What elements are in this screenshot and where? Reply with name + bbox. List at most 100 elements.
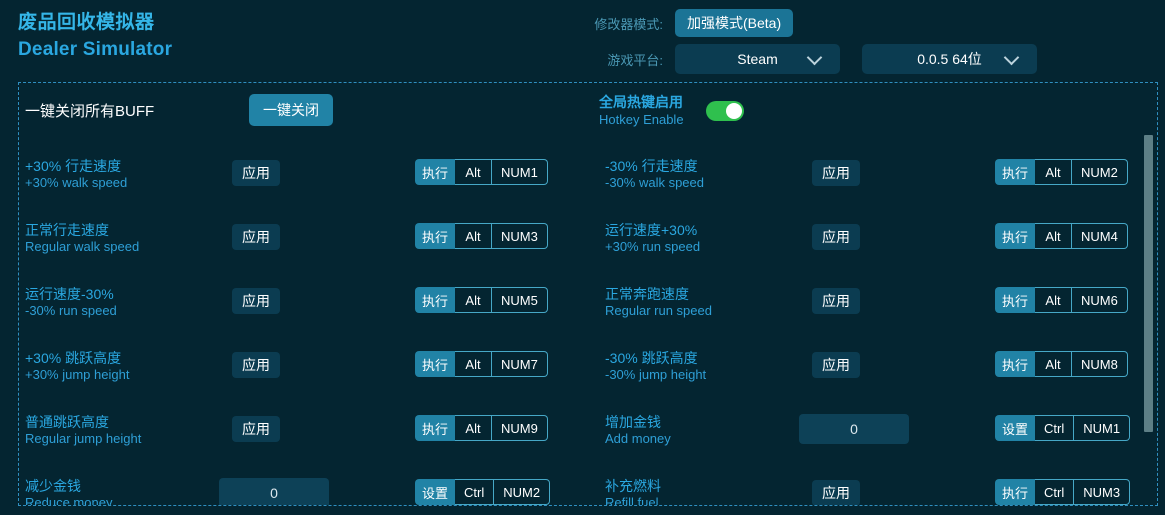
hotkey-main-key[interactable]: NUM7 <box>491 352 547 376</box>
panel-scrollbar[interactable] <box>1144 83 1153 505</box>
cheat-label-cn: 正常行走速度 <box>25 222 109 238</box>
cheat-label: 增加金钱 Add money <box>605 413 671 448</box>
hotkey-modifier-key[interactable]: Ctrl <box>1035 480 1073 504</box>
app-title-block: 废品回收模拟器 Dealer Simulator <box>18 10 172 64</box>
hotkey-main-key[interactable]: NUM4 <box>1071 224 1127 248</box>
hotkey-chip[interactable]: 设置 Ctrl NUM1 <box>995 415 1131 441</box>
hotkey-chip[interactable]: 执行 Alt NUM1 <box>415 159 548 185</box>
hotkey-modifier-key[interactable]: Ctrl <box>455 480 493 504</box>
hotkey-modifier-key[interactable]: Alt <box>455 288 491 312</box>
cheat-label-cn: 正常奔跑速度 <box>605 286 689 302</box>
hotkey-action-label: 设置 <box>415 479 456 505</box>
hotkey-modifier-key[interactable]: Alt <box>1035 224 1071 248</box>
cheat-label-en: -30% walk speed <box>605 175 704 191</box>
hotkey-keys: Ctrl NUM1 <box>1035 415 1131 441</box>
apply-button[interactable]: 应用 <box>812 480 860 505</box>
panel-toolbar: 一键关闭所有BUFF 一键关闭 全局热键启用 Hotkey Enable <box>19 83 1157 147</box>
cheat-value-input[interactable] <box>219 478 329 505</box>
hotkey-main-key[interactable]: NUM5 <box>491 288 547 312</box>
hotkey-modifier-key[interactable]: Alt <box>1035 288 1071 312</box>
apply-button[interactable]: 应用 <box>232 288 280 314</box>
version-dropdown[interactable]: 0.0.5 64位 <box>862 44 1037 74</box>
hotkey-main-key[interactable]: NUM2 <box>1071 160 1127 184</box>
cheat-row: +30% 跳跃高度 +30% jump height 应用 执行 Alt NUM7 -30%… <box>19 339 1157 403</box>
hotkey-main-key[interactable]: NUM9 <box>491 416 547 440</box>
chevron-down-icon <box>806 49 823 66</box>
apply-button[interactable]: 应用 <box>232 416 280 442</box>
hotkey-chip[interactable]: 执行 Alt NUM4 <box>995 223 1128 249</box>
apply-button[interactable]: 应用 <box>812 224 860 250</box>
hotkey-chip[interactable]: 执行 Alt NUM7 <box>415 351 548 377</box>
hotkey-keys: Alt NUM1 <box>455 159 548 185</box>
hotkey-keys: Alt NUM3 <box>455 223 548 249</box>
hotkey-modifier-key[interactable]: Ctrl <box>1035 416 1073 440</box>
cheat-cell: 正常行走速度 Regular walk speed 应用 执行 Alt NUM3 <box>19 211 589 275</box>
scrollbar-thumb[interactable] <box>1144 135 1153 432</box>
hotkey-modifier-key[interactable]: Alt <box>455 416 491 440</box>
cheat-row: 正常行走速度 Regular walk speed 应用 执行 Alt NUM3 运行速度+… <box>19 211 1157 275</box>
hotkey-action-label: 执行 <box>995 287 1036 313</box>
hotkey-modifier-key[interactable]: Alt <box>455 352 491 376</box>
global-hotkey-text: 全局热键启用 Hotkey Enable <box>599 94 684 128</box>
hotkey-chip[interactable]: 设置 Ctrl NUM2 <box>415 479 551 505</box>
cheat-cell: 普通跳跃高度 Regular jump height 应用 执行 Alt NUM9 <box>19 403 589 467</box>
hotkey-action-label: 执行 <box>415 159 456 185</box>
global-hotkey-group: 全局热键启用 Hotkey Enable <box>599 94 744 128</box>
hotkey-main-key[interactable]: NUM1 <box>491 160 547 184</box>
platform-dropdown-value: Steam <box>737 51 778 67</box>
hotkey-main-key[interactable]: NUM6 <box>1071 288 1127 312</box>
platform-dropdown[interactable]: Steam <box>675 44 840 74</box>
game-platform-row: 游戏平台: Steam 0.0.5 64位 <box>585 44 1037 74</box>
hotkey-chip[interactable]: 执行 Alt NUM5 <box>415 287 548 313</box>
trainer-mode-button[interactable]: 加强模式(Beta) <box>675 9 794 37</box>
hotkey-main-key[interactable]: NUM3 <box>491 224 547 248</box>
version-dropdown-value: 0.0.5 64位 <box>917 51 982 67</box>
hotkey-main-key[interactable]: NUM1 <box>1073 416 1129 440</box>
cheat-cell: 运行速度+30% +30% run speed 应用 执行 Alt NUM4 <box>599 211 1157 275</box>
global-hotkey-toggle[interactable] <box>705 100 744 121</box>
hotkey-main-key[interactable]: NUM3 <box>1073 480 1129 504</box>
hotkey-modifier-key[interactable]: Alt <box>455 160 491 184</box>
app-title-en: Dealer Simulator <box>18 39 173 60</box>
hotkey-chip[interactable]: 执行 Alt NUM9 <box>415 415 548 441</box>
hotkey-modifier-key[interactable]: Alt <box>1035 352 1071 376</box>
apply-button[interactable]: 应用 <box>232 224 280 250</box>
cheat-label-cn: +30% 行走速度 <box>25 158 122 174</box>
cheat-cell: 运行速度-30% -30% run speed 应用 执行 Alt NUM5 <box>19 275 589 339</box>
hotkey-chip[interactable]: 执行 Alt NUM6 <box>995 287 1128 313</box>
cheat-label-en: Regular jump height <box>25 431 142 447</box>
hotkey-chip[interactable]: 执行 Alt NUM2 <box>995 159 1128 185</box>
cheat-label-cn: 运行速度-30% <box>25 286 114 302</box>
apply-button[interactable]: 应用 <box>232 160 280 186</box>
apply-button[interactable]: 应用 <box>812 288 860 314</box>
hotkey-chip[interactable]: 执行 Ctrl NUM3 <box>995 479 1131 505</box>
cheat-label-en: -30% run speed <box>25 303 117 319</box>
cheat-label-en: Refill fuel <box>605 495 659 506</box>
hotkey-chip[interactable]: 执行 Alt NUM3 <box>415 223 548 249</box>
hotkey-modifier-key[interactable]: Alt <box>1035 160 1071 184</box>
apply-button[interactable]: 应用 <box>812 160 860 186</box>
cheat-label-cn: -30% 行走速度 <box>605 158 698 174</box>
cheat-label-en: Add money <box>605 431 671 447</box>
hotkey-modifier-key[interactable]: Alt <box>455 224 491 248</box>
cheat-cell: -30% 行走速度 -30% walk speed 应用 执行 Alt NUM2 <box>599 147 1157 211</box>
cheat-label: 运行速度-30% -30% run speed <box>25 285 117 320</box>
global-hotkey-label-cn: 全局热键启用 <box>599 94 683 110</box>
cheat-label: +30% 行走速度 +30% walk speed <box>25 157 127 192</box>
hotkey-keys: Alt NUM5 <box>455 287 548 313</box>
hotkey-main-key[interactable]: NUM8 <box>1071 352 1127 376</box>
cheat-row: 普通跳跃高度 Regular jump height 应用 执行 Alt NUM9 增加金钱… <box>19 403 1157 467</box>
cheat-label-cn: 补充燃料 <box>605 478 661 494</box>
hotkey-main-key[interactable]: NUM2 <box>493 480 549 504</box>
cheat-label-en: +30% run speed <box>605 239 701 255</box>
app-header: 废品回收模拟器 Dealer Simulator 修改器模式: 加强模式(Bet… <box>0 0 1165 82</box>
hotkey-chip[interactable]: 执行 Alt NUM8 <box>995 351 1128 377</box>
apply-button[interactable]: 应用 <box>812 352 860 378</box>
disable-all-buffs-label: 一键关闭所有BUFF <box>25 103 155 120</box>
hotkey-action-label: 执行 <box>415 223 456 249</box>
hotkey-keys: Alt NUM4 <box>1035 223 1128 249</box>
apply-button[interactable]: 应用 <box>232 352 280 378</box>
disable-all-buffs-button[interactable]: 一键关闭 <box>249 94 333 126</box>
cheat-value-input[interactable] <box>799 414 909 444</box>
game-platform-label: 游戏平台: <box>607 52 663 68</box>
